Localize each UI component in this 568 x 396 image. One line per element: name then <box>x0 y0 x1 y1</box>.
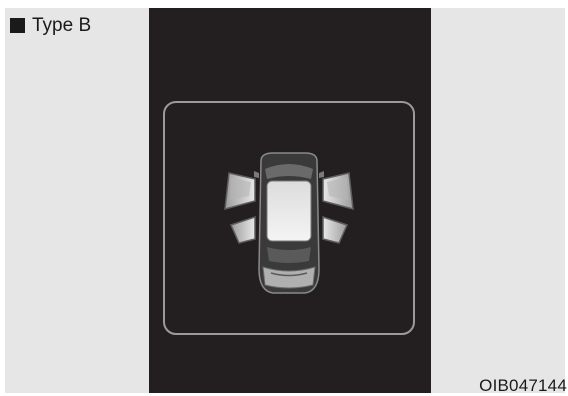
rear-left-door <box>229 215 256 244</box>
car-body <box>254 152 324 294</box>
type-label-text: Type B <box>32 15 92 36</box>
figure-code: OIB047144 <box>479 376 567 395</box>
front-left-door <box>224 172 256 211</box>
type-label: Type B <box>10 16 91 35</box>
car-doors-open-icon <box>224 152 354 294</box>
black-square-icon <box>10 18 25 33</box>
instrument-display: OIB047144 <box>149 8 567 395</box>
front-right-door <box>322 172 354 211</box>
rear-right-door <box>322 215 349 244</box>
